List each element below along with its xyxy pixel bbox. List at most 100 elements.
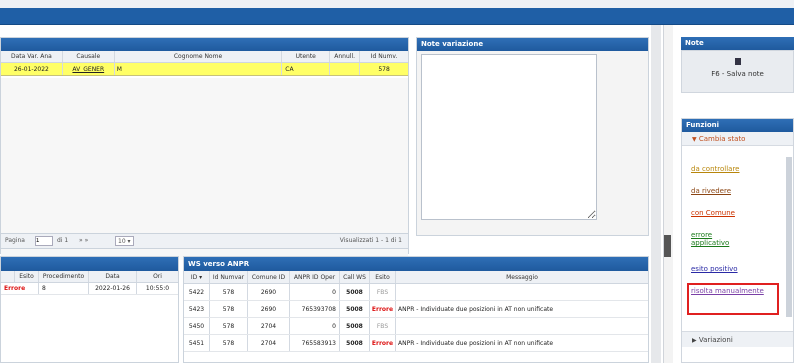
procedures-panel: Esito Procedimento Data Ori Errore 8 202… — [0, 256, 179, 363]
link-da-controllare[interactable]: da controllare — [691, 165, 740, 173]
col-utente[interactable]: Utente — [282, 51, 331, 62]
save-note-button[interactable]: F6 - Salva note — [681, 50, 794, 93]
cell-id: 5422 — [184, 284, 210, 300]
app-header-bar — [0, 8, 794, 25]
ws-row[interactable]: 5450 578 2704 0 5008 FBS — [184, 318, 648, 335]
page-scrollbar[interactable] — [651, 25, 661, 363]
cell-numvar: 578 — [210, 301, 248, 317]
cell-comune: 2690 — [248, 284, 290, 300]
top-strip — [0, 0, 794, 8]
cell-numvar: 578 — [210, 335, 248, 351]
col-id-numv[interactable]: Id Numv. — [360, 51, 408, 62]
cell-oper: 765393708 — [290, 301, 340, 317]
variazioni-toggle[interactable]: ▶ Variazioni — [682, 331, 793, 347]
cell-comune: 2704 — [248, 318, 290, 334]
functions-scrollbar[interactable] — [786, 157, 792, 317]
splitter-handle[interactable] — [664, 235, 671, 257]
cambia-stato-label: Cambia stato — [698, 135, 746, 143]
cell-comune: 2690 — [248, 301, 290, 317]
col-esito[interactable]: Esito — [15, 271, 39, 282]
procedures-header — [1, 257, 178, 271]
col-messaggio[interactable]: Messaggio — [396, 271, 648, 283]
pager-label: Pagina — [5, 237, 25, 244]
link-con-comune[interactable]: con Comune — [691, 209, 735, 217]
col-comune-id[interactable]: Comune ID — [248, 271, 290, 283]
col-esito[interactable]: Esito — [370, 271, 396, 283]
col-annull[interactable]: Annull. — [330, 51, 361, 62]
ws-column-header: ID ▾ Id Numvar Comune ID ANPR ID Oper Ca… — [184, 271, 648, 284]
cell-esito: Errore — [370, 335, 396, 351]
col-cognome-nome[interactable]: Cognome Nome — [115, 51, 283, 62]
cell-time: 10:55:0 — [145, 285, 170, 292]
caret-down-icon: ▼ — [692, 136, 697, 143]
cell-id: 5451 — [184, 335, 210, 351]
cell-msg: ANPR - Individuate due posizioni in AT n… — [398, 340, 554, 347]
functions-title: Funzioni — [682, 119, 793, 132]
col-data[interactable]: Data — [89, 271, 137, 282]
cell-msg: ANPR - Individuate due posizioni in AT n… — [398, 306, 554, 313]
cell-proc: 8 — [39, 283, 89, 294]
cell-oper: 0 — [290, 318, 340, 334]
cell-name: M — [115, 63, 283, 75]
cambia-stato-toggle[interactable]: ▼ Cambia stato — [682, 132, 793, 146]
page-size-select[interactable]: 10 ▾ — [115, 236, 134, 246]
variazioni-label: Variazioni — [698, 336, 733, 344]
cell-esito: Errore — [1, 283, 39, 294]
ws-row[interactable]: 5423 578 2690 765393708 5008 Errore ANPR… — [184, 301, 648, 318]
link-errore-applicativo[interactable]: errore applicativo — [691, 231, 751, 247]
cell-call: 5008 — [340, 301, 370, 317]
cell-esito: FBS — [370, 318, 396, 334]
state-links: da controllare da rivedere con Comune er… — [687, 153, 783, 323]
cell-call: 5008 — [340, 335, 370, 351]
cell-call: 5008 — [340, 284, 370, 300]
col-id-numvar[interactable]: Id Numvar — [210, 271, 248, 283]
ws-panel: WS verso ANPR ID ▾ Id Numvar Comune ID A… — [183, 256, 649, 363]
cell-comune: 2704 — [248, 335, 290, 351]
cell-call: 5008 — [340, 318, 370, 334]
note-actions-title: Note — [681, 37, 794, 50]
cell-id: 5423 — [184, 301, 210, 317]
cell-esito: FBS — [370, 284, 396, 300]
notes-title: Note variazione — [417, 38, 648, 51]
variations-header — [1, 38, 408, 51]
cell-numvar: 578 — [210, 284, 248, 300]
floppy-icon — [734, 58, 741, 65]
cell-oper: 0 — [290, 284, 340, 300]
procedure-row[interactable]: Errore 8 2022-01-26 10:55:0 — [1, 283, 178, 295]
col-ora[interactable]: Ori — [137, 271, 178, 282]
notes-panel: Note variazione — [416, 37, 649, 236]
notes-textarea[interactable] — [421, 54, 597, 220]
cell-id: 578 — [378, 66, 390, 73]
page-input[interactable] — [35, 236, 53, 246]
link-da-rivedere[interactable]: da rivedere — [691, 187, 731, 195]
cell-causale: AV_GENER — [63, 63, 115, 75]
col-spacer — [1, 271, 15, 282]
col-procedimento[interactable]: Procedimento — [39, 271, 89, 282]
col-id[interactable]: ID ▾ — [184, 271, 210, 283]
cell-oper: 765583913 — [290, 335, 340, 351]
ws-title: WS verso ANPR — [184, 257, 648, 271]
cell-date: 26-01-2022 — [1, 63, 63, 75]
col-anpr-id-oper[interactable]: ANPR ID Oper — [290, 271, 340, 283]
cell-annull — [330, 63, 361, 75]
variations-pager: Pagina di 1 » » 10 ▾ Visualizzati 1 - 1 … — [0, 233, 409, 249]
cell-user: CA — [282, 63, 331, 75]
note-actions-panel: Note F6 - Salva note — [681, 37, 794, 95]
variations-panel: Data Var. Ana Causale Cognome Nome Utent… — [0, 37, 409, 260]
variations-column-header: Data Var. Ana Causale Cognome Nome Utent… — [1, 51, 408, 63]
cell-esito: Errore — [370, 301, 396, 317]
functions-panel: Funzioni ▼ Cambia stato da controllare d… — [681, 118, 794, 363]
cell-numvar: 578 — [210, 318, 248, 334]
link-esito-positivo[interactable]: esito positivo — [691, 265, 738, 273]
pager-nav-next[interactable]: » » — [79, 234, 88, 248]
ws-row[interactable]: 5422 578 2690 0 5008 FBS — [184, 284, 648, 301]
ws-row[interactable]: 5451 578 2704 765583913 5008 Errore ANPR… — [184, 335, 648, 352]
pager-summary: Visualizzati 1 - 1 di 1 — [339, 237, 402, 244]
col-causale[interactable]: Causale — [63, 51, 115, 62]
col-call-ws[interactable]: Call WS — [340, 271, 370, 283]
variation-row[interactable]: 26-01-2022 AV_GENER M CA 578 — [1, 63, 408, 76]
col-data-var[interactable]: Data Var. Ana — [1, 51, 63, 62]
caret-right-icon: ▶ — [692, 337, 697, 344]
link-risolta-manualmente[interactable]: risolta manualmente — [691, 287, 771, 296]
cell-msg — [396, 284, 648, 300]
